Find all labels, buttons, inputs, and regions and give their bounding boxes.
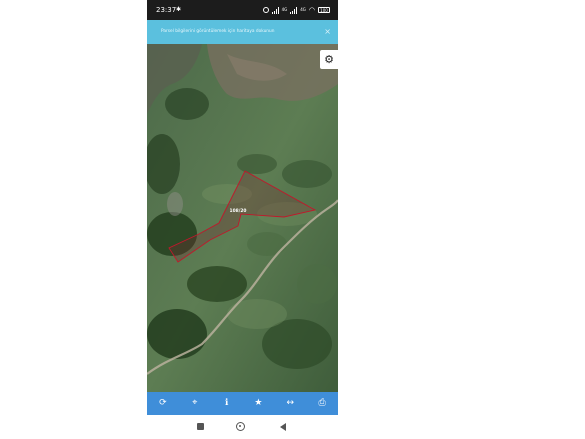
locate-icon[interactable]: ⌖ <box>184 392 206 415</box>
back-icon[interactable] <box>280 423 286 431</box>
system-nav-bar <box>147 415 338 439</box>
phone-screen: 23:37 ✱ 4G 4G ◠ 100 Parsel bilgilerini g… <box>147 0 338 439</box>
notification-icon: ✱ <box>176 6 182 13</box>
alarm-icon <box>262 7 269 13</box>
status-bar: 23:37 ✱ 4G 4G ◠ 100 <box>147 0 338 20</box>
info-banner: Parsel bilgilerini görüntülemek için har… <box>147 20 338 44</box>
signal-icon-2 <box>290 6 298 14</box>
status-time: 23:37 <box>156 6 177 14</box>
close-icon[interactable]: × <box>324 20 331 44</box>
star-icon[interactable]: ★ <box>247 392 269 415</box>
measure-icon[interactable]: ↔ <box>279 392 301 415</box>
recents-icon[interactable] <box>197 423 204 430</box>
wifi-icon: ◠ <box>308 6 315 14</box>
network-type-1: 4G <box>281 7 288 12</box>
print-icon[interactable]: ⎙ <box>311 392 333 415</box>
satellite-map[interactable] <box>147 44 338 392</box>
gear-icon[interactable]: ⚙ <box>320 50 338 69</box>
info-icon[interactable]: ℹ <box>216 392 238 415</box>
network-type-2: 4G <box>300 7 306 12</box>
home-icon[interactable] <box>236 422 245 431</box>
banner-text: Parsel bilgilerini görüntülemek için har… <box>161 29 275 34</box>
refresh-icon[interactable]: ⟳ <box>152 392 174 415</box>
signal-icon <box>271 6 279 14</box>
parcel-label: 108/20 <box>229 209 247 214</box>
bottom-toolbar: ⟳ ⌖ ℹ ★ ↔ ⎙ <box>147 392 338 415</box>
battery-icon: 100 <box>318 7 330 13</box>
map-imagery <box>147 44 338 392</box>
